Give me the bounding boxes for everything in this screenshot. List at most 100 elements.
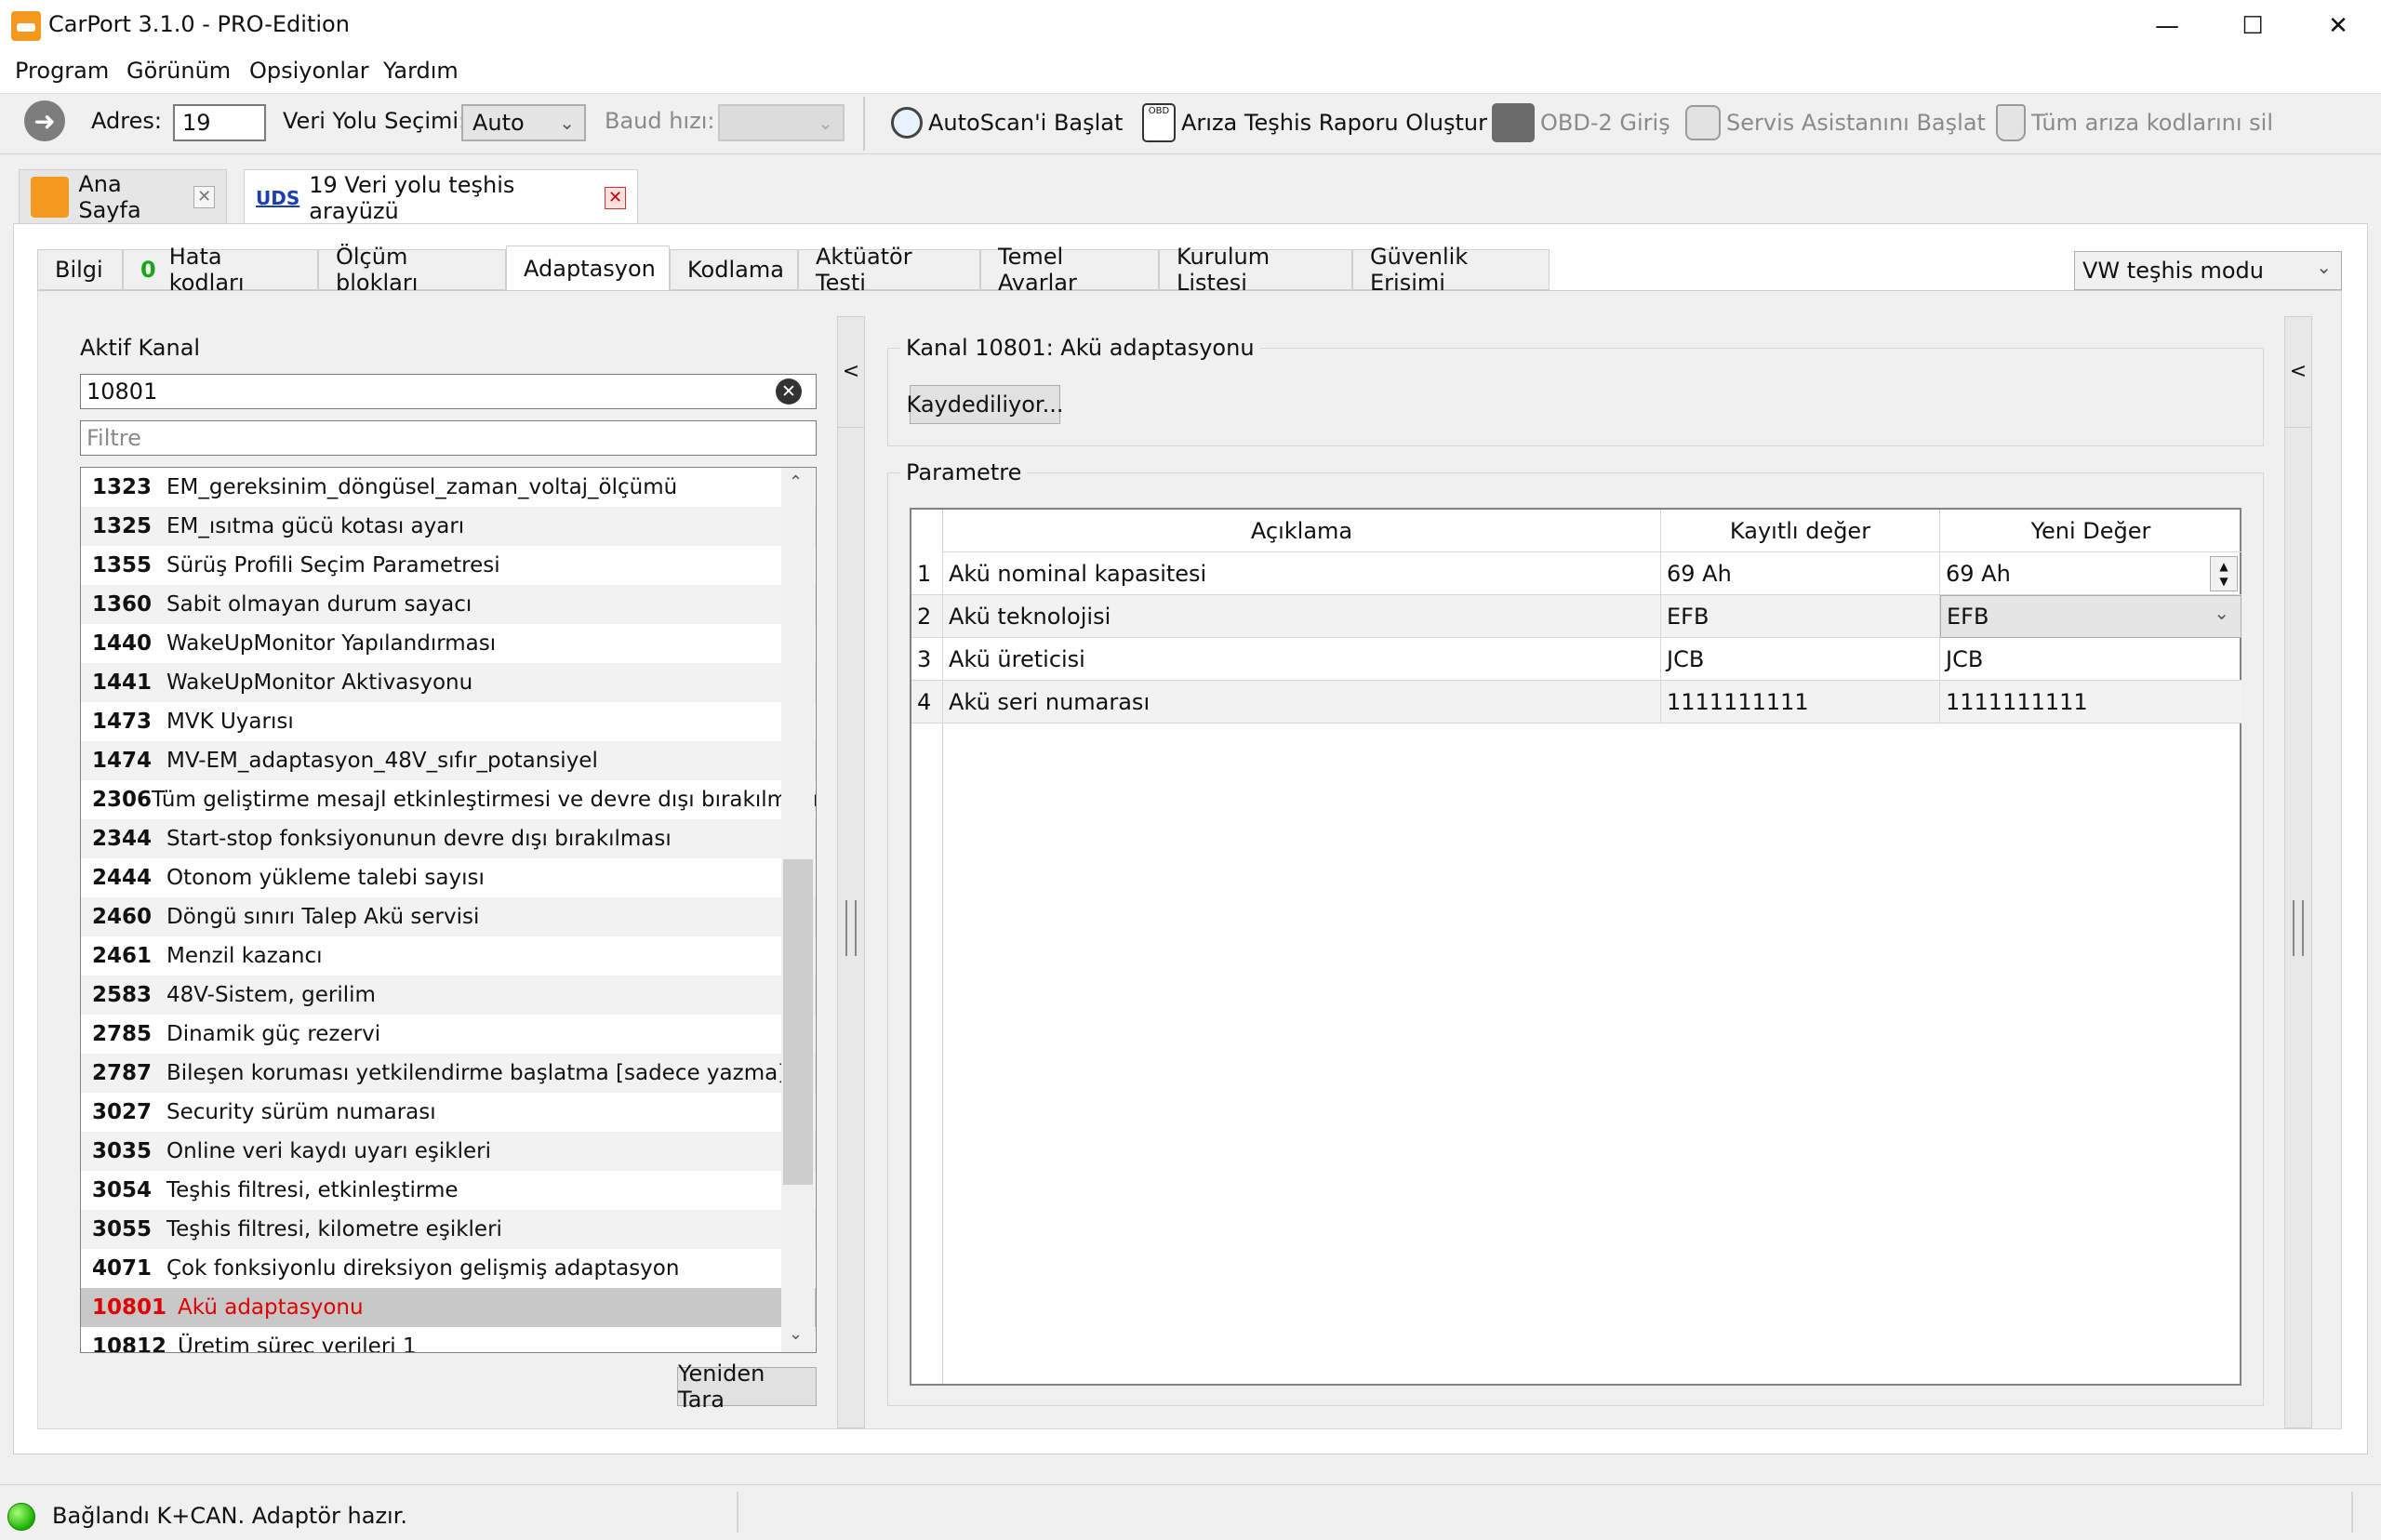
- report-button[interactable]: OBD Arıza Teşhis Raporu Oluştur: [1142, 99, 1487, 147]
- autoscan-button[interactable]: AutoScan'i Başlat: [891, 99, 1123, 147]
- column-header-new[interactable]: Yeni Değer: [1940, 510, 2241, 552]
- channel-list-item[interactable]: 3054 Teşhis filtresi, etkinleştirme: [81, 1171, 816, 1210]
- channel-list-item[interactable]: 1441 WakeUpMonitor Aktivasyonu: [81, 663, 816, 702]
- channel-list-item[interactable]: 10801 Akü adaptasyonu: [81, 1288, 816, 1327]
- tab-coding[interactable]: Kodlama: [670, 249, 798, 290]
- serial-input[interactable]: 1111111111: [1940, 681, 2241, 724]
- manufacturer-input[interactable]: JCB: [1940, 638, 2241, 681]
- cell-saved-value: JCB: [1661, 638, 1940, 681]
- collapse-right-button[interactable]: <: [2284, 316, 2312, 428]
- capacity-spinbox[interactable]: 69 Ah ▲ ▼: [1940, 552, 2241, 595]
- close-icon[interactable]: ✕: [605, 186, 626, 209]
- column-header-description[interactable]: Açıklama: [943, 510, 1661, 552]
- channel-list-item[interactable]: 10812 Üretim süreç verileri 1: [81, 1327, 816, 1352]
- technology-select-value: EFB: [1947, 604, 1989, 630]
- channel-number: 10801: [92, 1295, 167, 1320]
- channel-list-item[interactable]: 1440 WakeUpMonitor Yapılandırması: [81, 624, 816, 663]
- channel-list-item[interactable]: 1323 EM_gereksinim_döngüsel_zaman_voltaj_…: [81, 468, 816, 507]
- collapse-left-button[interactable]: <: [837, 316, 865, 428]
- bus-select-value: Auto: [472, 110, 525, 136]
- baud-select[interactable]: ⌄: [718, 104, 845, 141]
- channel-number: 2344: [92, 827, 153, 851]
- channel-list-item[interactable]: 2444 Otonom yükleme talebi sayısı: [81, 858, 816, 897]
- close-window-button[interactable]: ✕: [2295, 0, 2381, 52]
- channel-list-item[interactable]: 2460 Döngü sınırı Talep Akü servisi: [81, 897, 816, 936]
- channel-list-item[interactable]: 3035 Online veri kaydı uyarı eşikleri: [81, 1132, 816, 1171]
- scroll-up-icon[interactable]: ⌃: [789, 472, 803, 492]
- diagnostic-mode-select[interactable]: VW teşhis modu ⌄: [2074, 251, 2342, 290]
- close-icon[interactable]: ✕: [193, 185, 215, 208]
- column-header-saved[interactable]: Kayıtlı değer: [1661, 510, 1940, 552]
- cell-description: Akü üreticisi: [943, 638, 1661, 681]
- channel-label: Sabit olmayan durum sayacı: [166, 592, 472, 617]
- channel-label: Sürüş Profili Seçim Parametresi: [166, 553, 500, 578]
- clear-codes-button[interactable]: Tüm arıza kodlarını sil: [1996, 99, 2273, 147]
- channel-label: WakeUpMonitor Yapılandırması: [166, 631, 497, 656]
- cell-description: Akü teknolojisi: [943, 595, 1661, 638]
- channel-label: 48V-Sistem, gerilim: [166, 983, 376, 1007]
- channel-list-item[interactable]: 4071 Çok fonksiyonlu direksiyon gelişmiş …: [81, 1249, 816, 1288]
- channel-list-item[interactable]: 3027 Security sürüm numarası: [81, 1093, 816, 1132]
- channel-list-item[interactable]: 1473 MVK Uyarısı: [81, 702, 816, 741]
- channel-number: 3055: [92, 1217, 153, 1241]
- maximize-button[interactable]: ☐: [2210, 0, 2295, 52]
- channel-list-item[interactable]: 1355 Sürüş Profili Seçim Parametresi: [81, 546, 816, 585]
- tab-bus-diagnostics[interactable]: UDS 19 Veri yolu teşhis arayüzü ✕: [244, 169, 638, 225]
- minimize-button[interactable]: —: [2124, 0, 2210, 52]
- tab-security-access[interactable]: Güvenlik Erişimi: [1352, 244, 1550, 296]
- obd-report-icon: OBD: [1142, 103, 1176, 142]
- channel-number: 1441: [92, 670, 153, 695]
- trash-icon: [1996, 104, 2026, 141]
- channel-list-item[interactable]: 3055 Teşhis filtresi, kilometre eşikleri: [81, 1210, 816, 1249]
- address-label: Adres:: [91, 108, 162, 134]
- channel-list[interactable]: 1323 EM_gereksinim_döngüsel_zaman_voltaj_…: [80, 467, 817, 1353]
- channel-list-item[interactable]: 2583 48V-Sistem, gerilim: [81, 976, 816, 1015]
- parameter-table: Açıklama Kayıtlı değer Yeni Değer 1 Akü …: [910, 508, 2241, 1386]
- channel-list-item[interactable]: 2344 Start-stop fonksiyonunun devre dışı …: [81, 819, 816, 858]
- tab-home[interactable]: Ana Sayfa ✕: [19, 169, 227, 223]
- saving-button[interactable]: Kaydediliyor...: [907, 385, 1063, 424]
- menu-view[interactable]: Görünüm: [126, 58, 231, 84]
- tab-actuator-test[interactable]: Aktüatör Testi: [798, 244, 980, 296]
- left-splitter[interactable]: [837, 316, 865, 1428]
- tab-measure-blocks[interactable]: Ölçüm blokları: [318, 244, 506, 296]
- channel-number: 1323: [92, 475, 153, 499]
- channel-list-item[interactable]: 2787 Bileşen koruması yetkilendirme başla…: [81, 1054, 816, 1093]
- cell-saved-value: EFB: [1661, 595, 1940, 638]
- menu-help[interactable]: Yardım: [383, 58, 459, 84]
- channel-list-item[interactable]: 2461 Menzil kazancı: [81, 936, 816, 976]
- capacity-spinbox-value: 69 Ah: [1946, 560, 2011, 587]
- scroll-down-icon[interactable]: ⌄: [789, 1324, 803, 1344]
- tab-adaptation[interactable]: Adaptasyon: [506, 246, 670, 291]
- scrollbar-thumb[interactable]: [783, 859, 813, 1185]
- address-input[interactable]: 19: [173, 104, 266, 141]
- channel-list-item[interactable]: 1325 EM_ısıtma gücü kotası ayarı: [81, 507, 816, 546]
- channel-list-item[interactable]: 2785 Dinamik güç rezervi: [81, 1015, 816, 1054]
- tab-fault-codes[interactable]: 0 Hata kodları: [123, 244, 318, 296]
- service-assistant-button[interactable]: Servis Asistanını Başlat: [1685, 99, 1986, 147]
- tab-info[interactable]: Bilgi: [37, 249, 123, 290]
- channel-list-item[interactable]: 2306 Tüm geliştirme mesajl etkinleştirmes…: [81, 780, 816, 819]
- channel-number: 1360: [92, 592, 153, 617]
- channel-list-item[interactable]: 1360 Sabit olmayan durum sayacı: [81, 585, 816, 624]
- car-icon: [31, 176, 70, 218]
- tab-install-list[interactable]: Kurulum Listesi: [1159, 244, 1352, 296]
- arrow-right-icon[interactable]: ➜: [24, 100, 65, 141]
- service-label: Servis Asistanını Başlat: [1726, 110, 1986, 136]
- technology-select[interactable]: EFB ⌄: [1940, 595, 2241, 638]
- channel-label: Otonom yükleme talebi sayısı: [166, 866, 485, 890]
- filter-input[interactable]: Filtre: [80, 420, 817, 456]
- active-channel-input[interactable]: 10801: [80, 374, 817, 409]
- channel-list-item[interactable]: 1474 MV-EM_adaptasyon_48V_sıfır_potansiye…: [81, 741, 816, 780]
- tab-basic-settings[interactable]: Temel Ayarlar: [980, 244, 1159, 296]
- right-splitter[interactable]: [2284, 316, 2312, 1428]
- clear-icon[interactable]: ✕: [776, 378, 802, 405]
- menu-options[interactable]: Opsiyonlar: [249, 58, 369, 84]
- obd2-button[interactable]: OBD-2 Giriş: [1492, 99, 1670, 147]
- bus-select[interactable]: Auto ⌄: [461, 104, 586, 141]
- rescan-button[interactable]: Yeniden Tara: [677, 1361, 817, 1413]
- menu-program[interactable]: Program: [15, 58, 109, 84]
- row-index: 2: [911, 595, 943, 638]
- spin-arrows-icon[interactable]: ▲ ▼: [2210, 556, 2238, 591]
- autoscan-label: AutoScan'i Başlat: [928, 110, 1124, 136]
